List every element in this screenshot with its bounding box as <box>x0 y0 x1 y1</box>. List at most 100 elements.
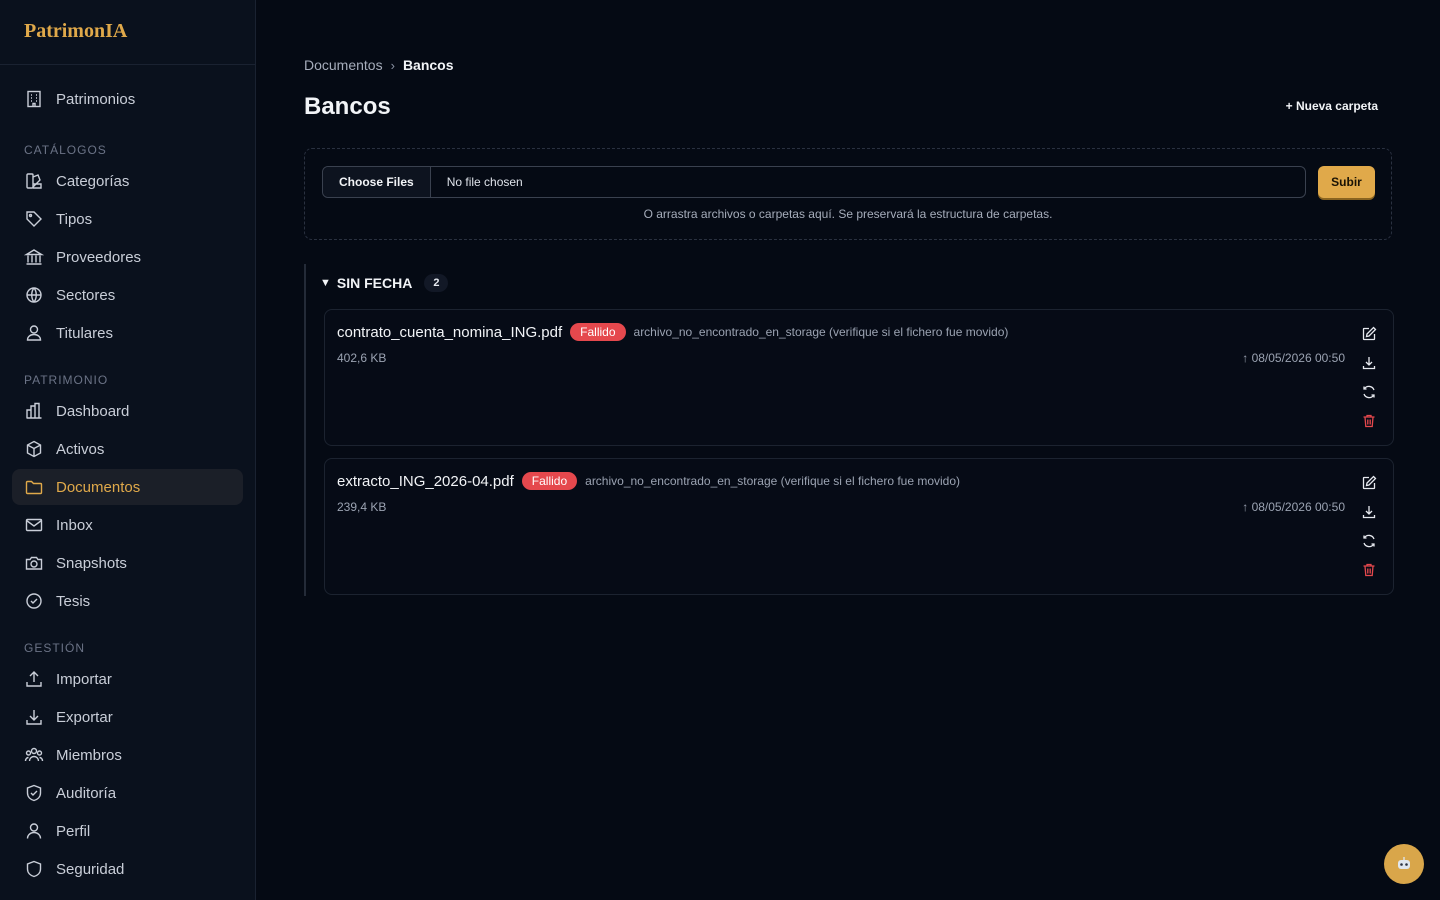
document-card: contrato_cuenta_nomina_ING.pdf Fallido a… <box>324 309 1394 446</box>
edit-icon[interactable] <box>1361 326 1377 342</box>
chart-icon <box>26 402 42 419</box>
sidebar-item-inbox[interactable]: Inbox <box>12 507 243 543</box>
sidebar-item-label: Titulares <box>56 324 113 342</box>
sidebar-item-titulares[interactable]: Titulares <box>12 315 243 351</box>
nav-section-catalogos: CATÁLOGOS <box>24 143 107 157</box>
sidebar-item-label: Importar <box>56 670 112 688</box>
refresh-icon[interactable] <box>1361 384 1377 400</box>
shield-icon <box>26 860 42 878</box>
download-icon <box>26 710 42 725</box>
sidebar-item-dashboard[interactable]: Dashboard <box>12 393 243 429</box>
download-icon[interactable] <box>1361 504 1377 520</box>
upload-date: ↑ 08/05/2026 00:50 <box>1242 351 1345 365</box>
sidebar-item-snapshots[interactable]: Snapshots <box>12 545 243 581</box>
trash-icon[interactable] <box>1361 562 1377 578</box>
group-title: SIN FECHA <box>336 275 413 291</box>
sidebar-item-label: Perfil <box>56 822 91 840</box>
sidebar-item-exportar[interactable]: Exportar <box>12 699 243 735</box>
brand-logo[interactable]: PatrimonIA <box>0 0 255 65</box>
upload-icon <box>26 671 42 687</box>
page-title: Bancos <box>304 93 391 120</box>
sidebar-item-label: Exportar <box>56 708 113 726</box>
upload-button[interactable]: Subir <box>1318 166 1375 198</box>
caret-down-icon: ▼ <box>320 277 331 289</box>
new-folder-button[interactable]: + Nueva carpeta <box>1286 99 1378 113</box>
sidebar-item-patrimonios[interactable]: Patrimonios <box>12 81 243 117</box>
sidebar-item-miembros[interactable]: Miembros <box>12 737 243 773</box>
palette-icon <box>26 173 42 189</box>
sidebar-item-label: Inbox <box>56 516 93 534</box>
nav-section-gestion: GESTIÓN <box>24 641 86 655</box>
breadcrumb: Documentos › Bancos <box>304 57 454 73</box>
nav-section-patrimonio: PATRIMONIO <box>24 373 109 387</box>
sidebar-item-label: Miembros <box>56 746 122 764</box>
sidebar-item-label: Patrimonios <box>56 90 136 108</box>
refresh-icon[interactable] <box>1361 533 1377 549</box>
sidebar: PatrimonIA Patrimonios CATÁLOGOS Categor… <box>0 0 256 900</box>
check-circle-icon <box>26 593 42 609</box>
sidebar-item-label: Seguridad <box>56 860 125 878</box>
tag-icon <box>26 211 42 227</box>
trash-icon[interactable] <box>1361 413 1377 429</box>
sidebar-nav: Patrimonios CATÁLOGOS Categorías Tipos P… <box>0 65 255 887</box>
sidebar-item-label: Proveedores <box>56 248 142 266</box>
sidebar-item-auditoria[interactable]: Auditoría <box>12 775 243 811</box>
sidebar-item-categorias[interactable]: Categorías <box>12 163 243 199</box>
sidebar-item-label: Snapshots <box>56 554 127 572</box>
error-message: archivo_no_encontrado_en_storage (verifi… <box>633 325 1009 339</box>
sidebar-item-activos[interactable]: Activos <box>12 431 243 467</box>
breadcrumb-parent[interactable]: Documentos <box>304 57 383 73</box>
no-file-text: No file chosen <box>446 175 523 189</box>
sidebar-item-tesis[interactable]: Tesis <box>12 583 243 619</box>
users-icon <box>26 325 42 341</box>
document-actions <box>1361 475 1377 591</box>
sidebar-item-label: Sectores <box>56 286 116 304</box>
sidebar-item-seguridad[interactable]: Seguridad <box>12 851 243 887</box>
document-group: ▼ SIN FECHA 2 contrato_cuenta_nomina_ING… <box>304 264 1394 596</box>
edit-icon[interactable] <box>1361 475 1377 491</box>
file-size: 239,4 KB <box>337 500 387 514</box>
upload-date: ↑ 08/05/2026 00:50 <box>1242 500 1345 514</box>
breadcrumb-separator: › <box>390 57 395 73</box>
bank-icon <box>24 249 44 265</box>
sidebar-item-perfil[interactable]: Perfil <box>12 813 243 849</box>
sidebar-item-label: Tesis <box>56 592 91 610</box>
document-name[interactable]: contrato_cuenta_nomina_ING.pdf <box>337 324 562 341</box>
sidebar-item-label: Auditoría <box>56 784 117 802</box>
download-icon[interactable] <box>1361 355 1377 371</box>
building-icon <box>27 90 41 108</box>
document-name[interactable]: extracto_ING_2026-04.pdf <box>337 473 514 490</box>
sidebar-item-label: Tipos <box>56 210 93 228</box>
document-actions <box>1361 326 1377 442</box>
choose-files-button[interactable]: Choose Files <box>323 167 431 197</box>
upload-dropzone[interactable]: Choose Files No file chosen Subir O arra… <box>304 148 1392 240</box>
sidebar-item-proveedores[interactable]: Proveedores <box>12 239 243 275</box>
breadcrumb-current: Bancos <box>402 57 454 73</box>
sidebar-item-label: Categorías <box>56 172 130 190</box>
team-icon <box>24 747 44 762</box>
sidebar-item-sectores[interactable]: Sectores <box>12 277 243 313</box>
folder-icon <box>25 480 43 495</box>
drop-hint: O arrastra archivos o carpetas aquí. Se … <box>643 207 1053 221</box>
sidebar-item-label: Dashboard <box>56 402 130 420</box>
status-badge: Fallido <box>521 472 578 490</box>
status-badge: Fallido <box>570 323 626 341</box>
sidebar-item-documentos[interactable]: Documentos <box>12 469 243 505</box>
file-input[interactable]: Choose Files No file chosen <box>322 166 1306 198</box>
cube-icon <box>26 440 42 458</box>
file-size: 402,6 KB <box>337 351 387 365</box>
user-icon <box>26 823 42 839</box>
camera-icon <box>25 556 43 570</box>
sidebar-item-label: Activos <box>56 440 105 458</box>
assistant-icon <box>1398 857 1410 869</box>
sidebar-item-label: Documentos <box>56 478 141 496</box>
mail-icon <box>25 518 43 532</box>
assistant-button[interactable] <box>1384 844 1424 884</box>
sidebar-item-importar[interactable]: Importar <box>12 661 243 697</box>
globe-icon <box>26 287 42 303</box>
group-count-badge: 2 <box>424 274 449 292</box>
document-card: extracto_ING_2026-04.pdf Fallido archivo… <box>324 458 1394 595</box>
shield-check-icon <box>26 784 42 802</box>
sidebar-item-tipos[interactable]: Tipos <box>12 201 243 237</box>
group-toggle[interactable]: ▼ SIN FECHA 2 <box>320 274 449 292</box>
